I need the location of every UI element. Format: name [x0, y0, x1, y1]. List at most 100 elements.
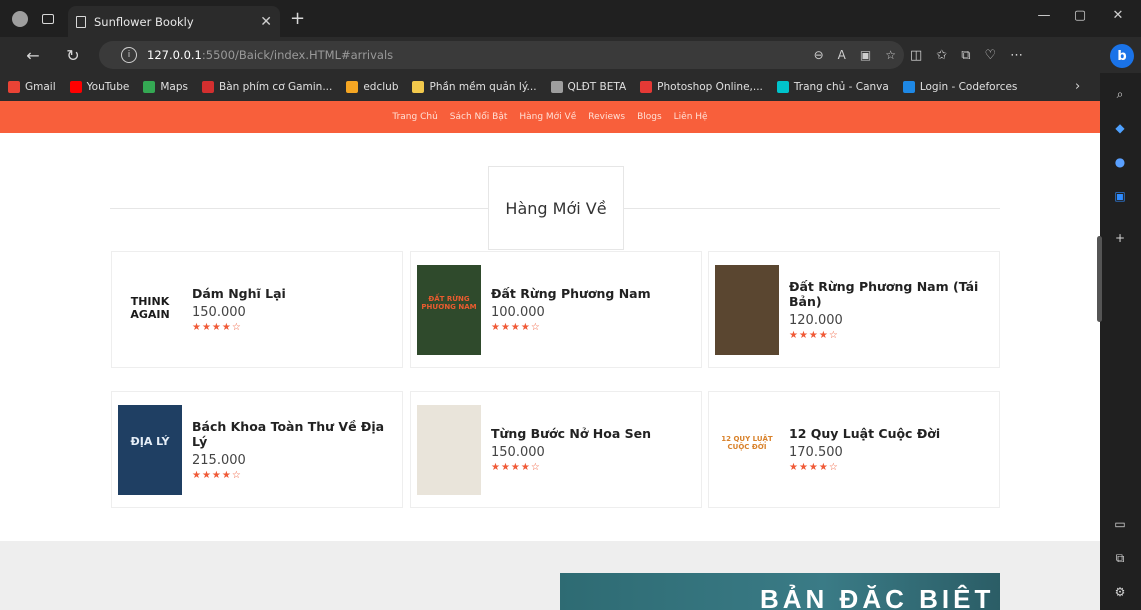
favorite-item[interactable]: Gmail	[8, 81, 56, 93]
more-icon[interactable]: ⋯	[1010, 48, 1023, 63]
favorite-item[interactable]: YouTube	[69, 81, 130, 93]
book-cover-image[interactable]: ĐẤT RỪNG PHƯƠNG NAM	[417, 264, 481, 355]
book-info: Dám Nghĩ Lại 150.000 ★★★★☆	[192, 286, 286, 333]
rating-stars: ★★★★☆	[491, 462, 541, 473]
url-path: :5500/Baick/index.HTML#arrivals	[201, 48, 394, 62]
favorite-item[interactable]: Maps	[143, 81, 188, 93]
favorite-item[interactable]: Photoshop Online,...	[640, 81, 763, 93]
favorite-label: Login - Codeforces	[919, 81, 1018, 93]
tab-active[interactable]: Sunflower Bookly ✕	[68, 6, 280, 37]
rating-stars: ★★★★☆	[192, 469, 242, 481]
favorite-item[interactable]: Trang chủ - Canva	[776, 81, 889, 93]
favicon-icon	[69, 81, 82, 93]
favicon-icon	[640, 81, 653, 93]
nav-link[interactable]: Liên Hệ	[674, 112, 708, 122]
rating-stars: ★★★★☆	[491, 322, 541, 333]
favorite-label: Maps	[160, 81, 188, 93]
book-card[interactable]: 12 QUY LUẬT CUỘC ĐỜI 12 Quy Luật Cuộc Đời…	[708, 391, 1000, 508]
book-card[interactable]: Từng Bước Nở Hoa Sen 150.000 ★★★★☆	[410, 391, 702, 508]
address-bar[interactable]: i 127.0.0.1:5500/Baick/index.HTML#arriva…	[99, 41, 904, 69]
read-aloud-icon[interactable]: A	[838, 48, 846, 62]
book-title[interactable]: Từng Bước Nở Hoa Sen	[491, 426, 651, 441]
back-icon[interactable]: ←	[18, 40, 48, 70]
refresh-icon[interactable]: ↻	[58, 40, 88, 70]
health-icon[interactable]: ♡	[985, 48, 997, 63]
copilot-icon[interactable]: b	[1110, 44, 1134, 68]
book-cover-image[interactable]: 12 QUY LUẬT CUỘC ĐỜI	[715, 404, 779, 495]
nav-link[interactable]: Blogs	[637, 112, 662, 122]
workspaces-icon[interactable]	[34, 5, 62, 33]
favorite-item[interactable]: QLĐT BETA	[550, 81, 626, 93]
book-title[interactable]: Bách Khoa Toàn Thư Về Địa Lý	[192, 419, 402, 449]
favorite-label: Trang chủ - Canva	[793, 81, 889, 93]
favicon-icon	[550, 81, 563, 93]
shopping-icon[interactable]: ◆	[1111, 119, 1129, 137]
profile-icon[interactable]	[6, 5, 34, 33]
new-tab-icon[interactable]: +	[290, 8, 305, 29]
add-icon[interactable]: +	[1111, 229, 1129, 247]
rating-stars: ★★★★☆	[789, 462, 839, 473]
search-icon[interactable]: ⌕	[1111, 85, 1129, 103]
book-title[interactable]: 12 Quy Luật Cuộc Đời	[789, 426, 940, 441]
book-price: 150.000	[491, 445, 545, 460]
favorite-item[interactable]: edclub	[346, 81, 398, 93]
nav-link[interactable]: Sách Nổi Bật	[450, 112, 508, 122]
toolbar-icons: ◫ ✩ ⧉ ♡ ⋯	[910, 41, 1023, 69]
book-title[interactable]: Đất Rừng Phương Nam	[491, 286, 651, 301]
cover-title: THINK AGAIN	[130, 294, 170, 321]
page-icon	[76, 15, 86, 28]
favicon-icon	[143, 81, 156, 93]
book-title[interactable]: Dám Nghĩ Lại	[192, 286, 286, 301]
book-card[interactable]: ĐẤT RỪNG PHƯƠNG NAM Đất Rừng Phương Nam 10…	[410, 251, 702, 368]
favorite-item[interactable]: Phần mềm quản lý...	[412, 81, 537, 93]
deal-banner: BẢN ĐẶC BIỆT	[560, 573, 1000, 610]
collections-icon[interactable]: ⧉	[961, 48, 970, 63]
tab-strip: Sunflower Bookly ✕ + — ▢ ✕	[0, 0, 1141, 37]
book-info: Đất Rừng Phương Nam 100.000 ★★★★☆	[491, 286, 651, 333]
tools-icon[interactable]: ●	[1111, 153, 1129, 171]
book-card[interactable]: ĐỊA LÝ Bách Khoa Toàn Thư Về Địa Lý 215.00…	[111, 391, 403, 508]
favorites-bar: Gmail YouTube Maps Bàn phím cơ Gamin... edcl…	[0, 73, 1100, 101]
book-cover-image[interactable]: THINK AGAIN	[118, 264, 182, 355]
book-info: 12 Quy Luật Cuộc Đời 170.500 ★★★★☆	[789, 426, 940, 473]
zoom-icon[interactable]: ⊖	[814, 48, 824, 62]
outlook-icon[interactable]: ▣	[1111, 187, 1129, 205]
book-card[interactable]: THINK AGAIN Dám Nghĩ Lại 150.000 ★★★★☆	[111, 251, 403, 368]
rating-stars: ★★★★☆	[789, 329, 839, 341]
sidebar-layout-icon[interactable]: ▭	[1111, 515, 1129, 533]
favorite-label: Gmail	[25, 81, 56, 93]
favicon-icon	[776, 81, 789, 93]
favorite-star-icon[interactable]: ☆	[885, 48, 896, 62]
favorite-item[interactable]: Bàn phím cơ Gamin...	[201, 81, 332, 93]
favicon-icon	[8, 81, 20, 93]
chevron-right-icon[interactable]: ›	[1075, 79, 1080, 94]
book-price: 100.000	[491, 305, 545, 320]
book-price: 170.500	[789, 445, 843, 460]
book-price: 215.000	[192, 452, 246, 468]
book-price: 120.000	[789, 312, 843, 328]
immersive-reader-icon[interactable]: ▣	[860, 48, 871, 62]
close-icon[interactable]: ✕	[260, 14, 272, 30]
nav-link[interactable]: Trang Chủ	[392, 112, 437, 122]
external-link-icon[interactable]: ⧉	[1111, 549, 1129, 567]
book-cover-image[interactable]	[417, 404, 481, 495]
book-card[interactable]: Đất Rừng Phương Nam (Tái Bản) 120.000 ★★★★…	[708, 251, 1000, 368]
favorites-icon[interactable]: ✩	[936, 48, 947, 63]
window-close-icon[interactable]: ✕	[1095, 0, 1141, 30]
favicon-icon	[412, 81, 425, 93]
book-title[interactable]: Đất Rừng Phương Nam (Tái Bản)	[789, 279, 999, 309]
section-title: Hàng Mới Về	[488, 166, 624, 250]
scrollbar[interactable]	[1097, 236, 1102, 322]
split-screen-icon[interactable]: ◫	[910, 48, 922, 63]
site-navigation: Trang Chủ Sách Nổi Bật Hàng Mới Về Reviews B…	[0, 101, 1100, 133]
book-cover-image[interactable]	[715, 264, 779, 355]
info-icon[interactable]: i	[121, 47, 137, 63]
favicon-icon	[346, 81, 359, 93]
settings-icon[interactable]: ⚙	[1111, 583, 1129, 601]
nav-link[interactable]: Hàng Mới Về	[519, 112, 576, 122]
favorite-label: YouTube	[86, 81, 130, 93]
rating-stars: ★★★★☆	[192, 322, 242, 333]
favorite-item[interactable]: Login - Codeforces	[902, 81, 1018, 93]
book-cover-image[interactable]: ĐỊA LÝ	[118, 404, 182, 495]
nav-link[interactable]: Reviews	[588, 112, 625, 122]
